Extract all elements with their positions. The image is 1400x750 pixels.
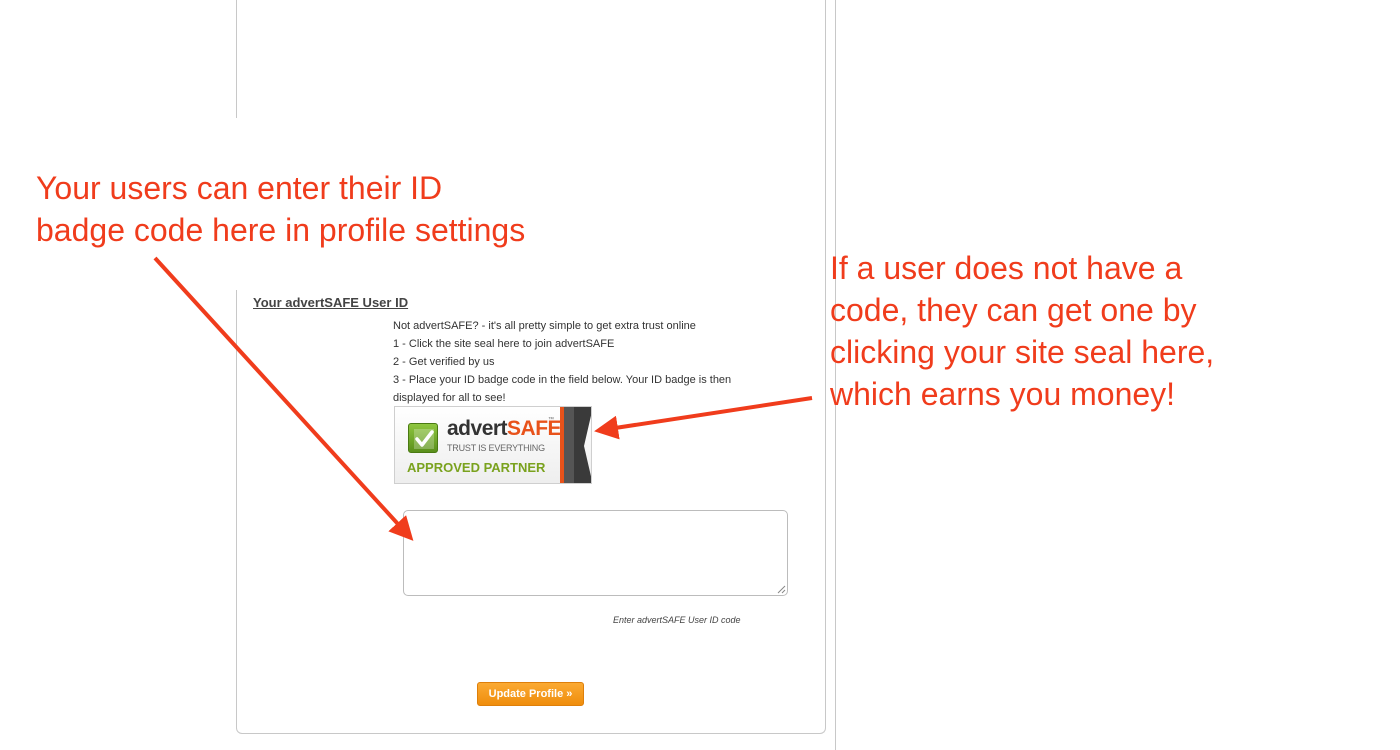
advertsafe-site-seal[interactable]: advertSAFE ™ TRUST IS EVERYTHING APPROVE… <box>394 406 592 484</box>
input-hint: Enter advertSAFE User ID code <box>613 615 741 625</box>
instruction-line: displayed for all to see! <box>393 392 506 404</box>
annotation-right-text: If a user does not have a code, they can… <box>830 247 1300 415</box>
seal-ribbon-icon <box>560 407 591 483</box>
user-id-code-input[interactable] <box>403 510 788 596</box>
seal-trademark: ™ <box>548 417 554 423</box>
annotation-line: If a user does not have a <box>830 250 1183 286</box>
resize-grip-icon[interactable] <box>776 584 786 594</box>
instruction-line: 1 - Click the site seal here to join adv… <box>393 338 615 350</box>
annotation-left-text: Your users can enter their ID badge code… <box>36 167 616 251</box>
seal-brand-name: advertSAFE <box>447 417 562 440</box>
instruction-line: 2 - Get verified by us <box>393 356 495 368</box>
update-profile-button[interactable]: Update Profile » <box>477 682 584 706</box>
annotation-line: Your users can enter their ID <box>36 170 443 206</box>
annotation-line: badge code here in profile settings <box>36 212 526 248</box>
section-title: Your advertSAFE User ID <box>253 295 409 310</box>
page-frame-middle-line <box>825 0 826 290</box>
instruction-line: 3 - Place your ID badge code in the fiel… <box>393 374 732 386</box>
annotation-line: which earns you money! <box>830 376 1176 412</box>
annotation-line: clicking your site seal here, <box>830 334 1215 370</box>
instruction-line: Not advertSAFE? - it's all pretty simple… <box>393 320 696 332</box>
annotation-line: code, they can get one by <box>830 292 1197 328</box>
seal-partner-label: APPROVED PARTNER <box>407 460 546 475</box>
seal-tagline: TRUST IS EVERYTHING <box>447 443 545 453</box>
join-instructions: Not advertSAFE? - it's all pretty simple… <box>393 317 793 407</box>
page-frame-left-line <box>236 0 237 118</box>
checkmark-icon <box>408 423 438 453</box>
